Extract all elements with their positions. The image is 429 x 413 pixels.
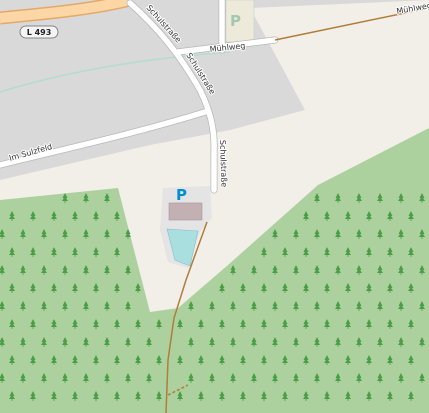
shield-l493-label: L 493 [27, 28, 52, 37]
shield-l493: L 493 [19, 25, 59, 39]
parking-icon-north[interactable]: P [230, 12, 241, 30]
label-schulstrasse-south: Schulstraße [218, 140, 229, 188]
map-view[interactable]: L 493 Schulstraße Schulstraße Schulstraß… [0, 0, 429, 413]
map-canvas: L 493 Schulstraße Schulstraße Schulstraß… [0, 0, 429, 413]
parking-icon[interactable]: P [176, 186, 187, 204]
building [168, 202, 203, 221]
